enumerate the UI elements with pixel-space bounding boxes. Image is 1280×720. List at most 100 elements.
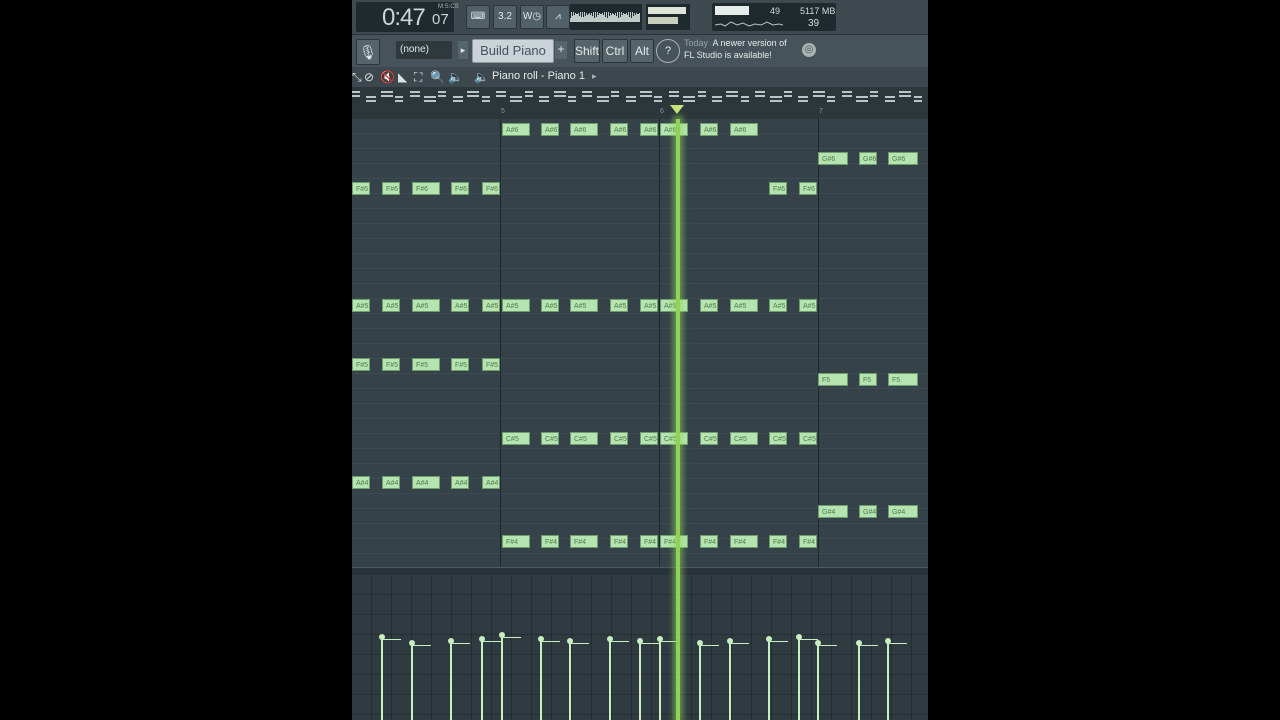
note[interactable]: F#6	[769, 181, 787, 195]
note[interactable]: F#5	[451, 358, 469, 372]
delete-icon[interactable]: ⊘	[364, 70, 374, 84]
note-grid[interactable]: A#6 A#6 A#6 A#6 A#6 A#6 A#6 A#6 G#6 G#6 G#6 F#6 F#6 F…	[352, 119, 928, 567]
note[interactable]: A#5	[382, 299, 400, 313]
current-tool-display[interactable]: Build Piano	[472, 39, 554, 63]
note[interactable]: A#5	[570, 299, 598, 313]
metronome-button[interactable]: ⩘	[546, 5, 570, 29]
shift-button[interactable]: Shift	[574, 39, 600, 63]
velocity-stem[interactable]	[798, 637, 800, 720]
playback-icon[interactable]: 🔈	[448, 70, 463, 84]
note[interactable]: A#5	[640, 299, 658, 313]
velocity-stem[interactable]	[858, 643, 860, 720]
typing-keyboard-button[interactable]: ⌨	[466, 5, 490, 29]
note[interactable]: C#5	[799, 431, 817, 445]
note[interactable]: A#5	[700, 299, 718, 313]
note[interactable]: A#6	[610, 123, 628, 136]
note[interactable]: F#5	[482, 358, 500, 372]
playhead-marker[interactable]	[670, 105, 684, 114]
note[interactable]: G#4	[859, 505, 877, 519]
note[interactable]: A#4	[352, 475, 370, 489]
news-panel[interactable]: Today A newer version of FL Studio is av…	[684, 37, 820, 65]
note[interactable]: F#4	[570, 534, 598, 548]
note[interactable]: A#5	[769, 299, 787, 313]
velocity-stem[interactable]	[381, 637, 383, 720]
note[interactable]: A#6	[570, 123, 598, 136]
velocity-stem[interactable]	[639, 641, 641, 720]
note[interactable]: A#6	[502, 123, 530, 136]
ctrl-button[interactable]: Ctrl	[602, 39, 628, 63]
slice-icon[interactable]: ◣	[398, 70, 407, 84]
note[interactable]: F5	[818, 372, 848, 386]
note[interactable]: F#4	[502, 534, 530, 548]
note[interactable]: F#4	[660, 534, 688, 548]
step-edit-button[interactable]: 3.2	[493, 5, 517, 29]
hint-bubble-icon[interactable]: ?	[656, 39, 680, 63]
note[interactable]: A#4	[412, 475, 440, 489]
note[interactable]: F#4	[610, 534, 628, 548]
note[interactable]: F#6	[799, 181, 817, 195]
plus-icon[interactable]: +	[555, 41, 567, 59]
note[interactable]: C#5	[730, 431, 758, 445]
note[interactable]: C#5	[541, 431, 559, 445]
note[interactable]: C#5	[570, 431, 598, 445]
note[interactable]: F#5	[412, 358, 440, 372]
velocity-stem[interactable]	[540, 639, 542, 720]
note[interactable]: A#6	[700, 123, 718, 136]
note[interactable]: F#6	[352, 181, 370, 195]
velocity-stem[interactable]	[501, 635, 503, 720]
note[interactable]: G#6	[818, 152, 848, 166]
note[interactable]: C#5	[502, 431, 530, 445]
note[interactable]: F#6	[482, 181, 500, 195]
velocity-event-editor[interactable]	[352, 575, 928, 720]
pattern-selector[interactable]: (none)	[396, 41, 452, 59]
note[interactable]: F5	[888, 372, 918, 386]
note[interactable]: A#6	[640, 123, 658, 136]
note[interactable]: C#5	[660, 431, 688, 445]
note[interactable]: A#5	[451, 299, 469, 313]
note[interactable]: F#6	[382, 181, 400, 195]
microphone-icon[interactable]: 🎙	[356, 39, 380, 65]
note[interactable]: A#4	[382, 475, 400, 489]
note[interactable]: C#5	[640, 431, 658, 445]
velocity-stem[interactable]	[768, 639, 770, 720]
chevron-right-icon[interactable]: ▸	[458, 41, 468, 59]
note[interactable]: F#4	[541, 534, 559, 548]
note[interactable]: C#5	[610, 431, 628, 445]
note[interactable]: A#5	[412, 299, 440, 313]
song-time-display[interactable]: 0:47 M:S:CS 07	[356, 2, 459, 32]
note[interactable]: G#6	[888, 152, 918, 166]
note[interactable]: F#5	[382, 358, 400, 372]
velocity-stem[interactable]	[659, 639, 661, 720]
alt-button[interactable]: Alt	[630, 39, 654, 63]
paint-icon[interactable]: ⤡	[352, 70, 362, 85]
globe-icon[interactable]: ◎	[802, 43, 816, 57]
velocity-stem[interactable]	[817, 643, 819, 720]
note[interactable]: F#4	[799, 534, 817, 548]
note[interactable]: A#6	[541, 123, 559, 136]
velocity-stem[interactable]	[411, 643, 413, 720]
note[interactable]: F#5	[352, 358, 370, 372]
note[interactable]: A#6	[660, 123, 688, 136]
note[interactable]: F5	[859, 372, 877, 386]
zoom-icon[interactable]: 🔍	[430, 70, 445, 84]
select-icon[interactable]: ⛶	[414, 70, 422, 85]
note[interactable]: A#4	[451, 475, 469, 489]
note[interactable]: G#4	[888, 505, 918, 519]
velocity-stem[interactable]	[569, 641, 571, 720]
chevron-right-icon[interactable]: ▸	[592, 71, 597, 82]
speaker-icon[interactable]: 🔈	[474, 70, 489, 84]
velocity-stem[interactable]	[699, 643, 701, 720]
note[interactable]: A#5	[502, 299, 530, 313]
note[interactable]: A#5	[352, 299, 370, 313]
note[interactable]: F#6	[451, 181, 469, 195]
note[interactable]: A#6	[730, 123, 758, 136]
note[interactable]: F#4	[769, 534, 787, 548]
note[interactable]: F#4	[700, 534, 718, 548]
note[interactable]: A#5	[730, 299, 758, 313]
note[interactable]: A#5	[660, 299, 688, 313]
note[interactable]: A#4	[482, 475, 500, 489]
timeline-ruler[interactable]: 5 6 7	[352, 87, 928, 119]
note[interactable]: F#4	[640, 534, 658, 548]
note[interactable]: F#4	[730, 534, 758, 548]
velocity-stem[interactable]	[481, 639, 483, 720]
